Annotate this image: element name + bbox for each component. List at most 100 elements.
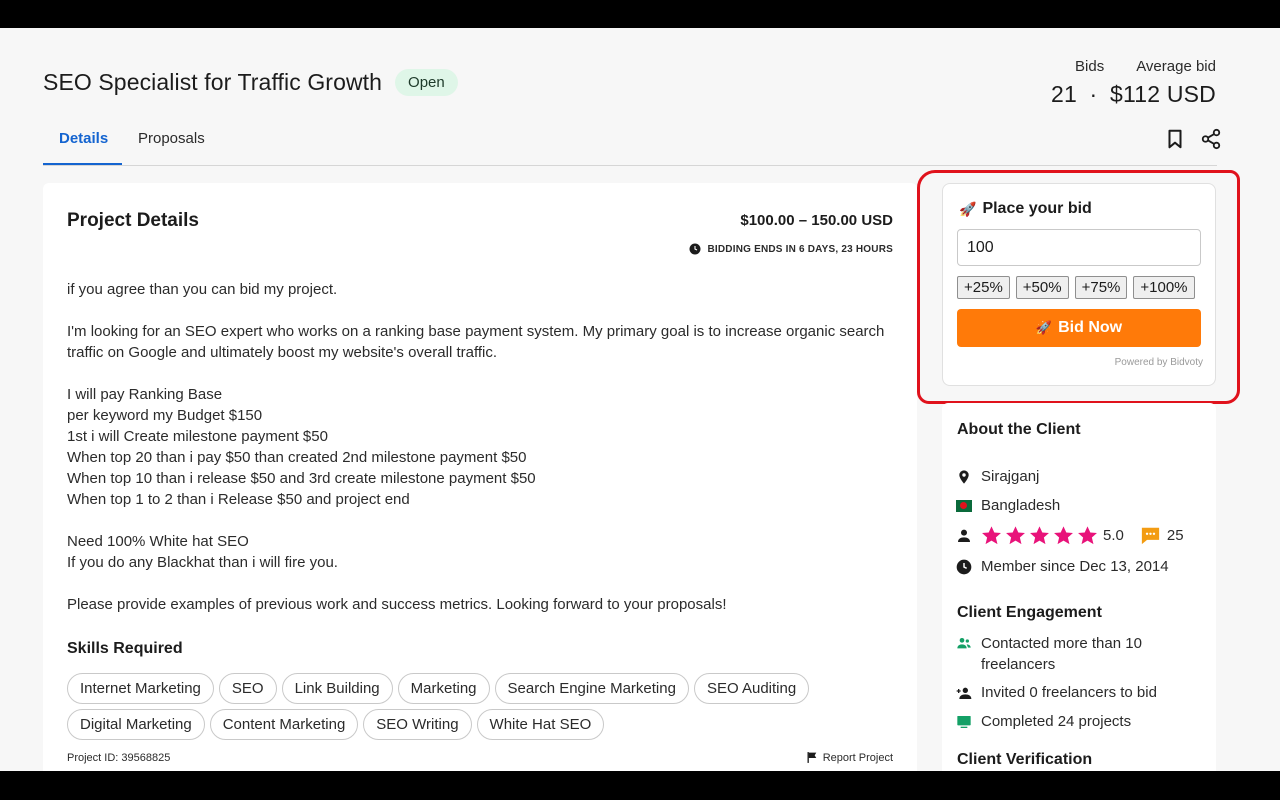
description-line: I will pay Ranking Base	[67, 386, 223, 403]
client-panel: About the Client Sirajganj Bangladesh 5.…	[942, 403, 1216, 771]
invited-row: Invited 0 freelancers to bid	[956, 684, 1157, 701]
description-paragraph: if you agree than you can bid my project…	[67, 279, 897, 300]
client-engagement-heading: Client Engagement	[957, 604, 1102, 621]
bidding-ends: BIDDING ENDS IN 6 DAYS, 23 HOURS	[689, 243, 893, 255]
add-person-icon	[956, 687, 972, 699]
project-description: if you agree than you can bid my project…	[67, 279, 897, 636]
tab-details[interactable]: Details	[43, 118, 122, 166]
client-city: Sirajganj	[981, 468, 1040, 485]
skills-heading: Skills Required	[67, 640, 183, 657]
bidding-ends-text: BIDDING ENDS IN 6 DAYS, 23 HOURS	[707, 243, 893, 255]
client-country: Bangladesh	[981, 497, 1061, 514]
description-line: if you agree than you can bid my project…	[67, 281, 338, 298]
increment-25-button[interactable]: +25%	[957, 276, 1010, 299]
bid-stats: Bids Average bid 21 · $112 USD	[1051, 58, 1216, 108]
increment-100-button[interactable]: +100%	[1133, 276, 1195, 299]
description-line: per keyword my Budget $150	[67, 407, 263, 424]
rocket-icon: 🚀	[1035, 320, 1053, 335]
bookmark-icon[interactable]	[1164, 128, 1186, 150]
tab-proposals[interactable]: Proposals	[122, 118, 221, 166]
place-bid-widget: 🚀 Place your bid +25% +50% +75% +100% 🚀 …	[942, 183, 1216, 386]
description-line: Need 100% White hat SEO	[67, 533, 249, 550]
page-viewport: SEO Specialist for Traffic Growth Open B…	[0, 28, 1280, 771]
clock-icon	[689, 243, 701, 255]
description-line: When top 20 than i pay $50 than created …	[67, 449, 527, 466]
client-rating: 5.0	[1103, 527, 1124, 544]
rocket-icon: 🚀	[959, 200, 977, 217]
skill-chip[interactable]: Link Building	[281, 673, 393, 704]
location-pin-icon	[959, 469, 969, 484]
average-bid-label: Average bid	[1136, 58, 1216, 75]
status-badge: Open	[395, 69, 458, 96]
project-details-heading: Project Details	[67, 210, 199, 231]
skill-chip[interactable]: Search Engine Marketing	[494, 673, 689, 704]
average-bid-value: $112 USD	[1109, 81, 1216, 107]
reviews-icon	[1141, 527, 1159, 545]
rating-stars	[981, 525, 1098, 546]
skill-chip[interactable]: Digital Marketing	[67, 709, 205, 740]
contacted-row: Contacted more than 10 freelancers	[956, 633, 1186, 675]
increment-75-button[interactable]: +75%	[1074, 276, 1128, 299]
tab-divider	[43, 165, 1217, 166]
skills-list: Internet Marketing SEO Link Building Mar…	[67, 673, 827, 740]
title-row: SEO Specialist for Traffic Growth Open	[43, 69, 458, 96]
report-project-label: Report Project	[822, 751, 893, 764]
bid-increment-buttons: +25% +50% +75% +100%	[957, 276, 1195, 299]
skill-chip[interactable]: SEO Writing	[363, 709, 472, 740]
description-paragraph: Need 100% White hat SEO If you do any Bl…	[67, 531, 897, 573]
bids-count: 21	[1050, 81, 1077, 107]
star-icon	[1030, 526, 1049, 545]
description-paragraph: Please provide examples of previous work…	[67, 594, 897, 615]
monitor-icon	[957, 715, 971, 728]
project-details-card: Project Details $100.00 – 150.00 USD BID…	[43, 183, 917, 771]
tabs: Details Proposals	[43, 118, 221, 166]
bangladesh-flag-icon	[956, 499, 972, 512]
star-icon	[1078, 526, 1097, 545]
share-icon[interactable]	[1200, 128, 1222, 150]
description-line: I'm looking for an SEO expert who works …	[67, 323, 885, 361]
page-title: SEO Specialist for Traffic Growth	[43, 69, 383, 95]
client-country-row: Bangladesh	[956, 497, 1060, 514]
stats-separator: ·	[1089, 81, 1098, 107]
group-icon	[957, 638, 971, 649]
client-city-row: Sirajganj	[956, 468, 1039, 485]
skill-chip[interactable]: Internet Marketing	[67, 673, 214, 704]
description-line: 1st i will Create milestone payment $50	[67, 428, 328, 445]
star-icon	[982, 526, 1001, 545]
header-actions	[1164, 128, 1222, 150]
flag-icon	[807, 752, 816, 763]
project-id: Project ID: 39568825	[67, 752, 171, 764]
about-client-heading: About the Client	[957, 421, 1081, 438]
completed-projects: Completed 24 projects	[981, 713, 1132, 730]
increment-50-button[interactable]: +50%	[1015, 276, 1069, 299]
report-project-link[interactable]: Report Project	[806, 751, 893, 764]
client-reviews-count: 25	[1166, 527, 1184, 544]
place-bid-title: 🚀 Place your bid	[959, 200, 1092, 218]
invited-freelancers: Invited 0 freelancers to bid	[981, 684, 1157, 701]
description-line: When top 10 than i release $50 and 3rd c…	[67, 470, 536, 487]
description-line: When top 1 to 2 than i Release $50 and p…	[67, 491, 410, 508]
bid-now-label: Bid Now	[1058, 319, 1123, 336]
skill-chip[interactable]: SEO Auditing	[693, 673, 810, 704]
skill-chip[interactable]: Content Marketing	[209, 709, 359, 740]
member-since-row: Member since Dec 13, 2014	[956, 558, 1169, 575]
star-icon	[1006, 526, 1025, 545]
description-line: Please provide examples of previous work…	[67, 596, 727, 613]
bid-amount-input[interactable]	[957, 229, 1201, 266]
user-icon	[958, 529, 970, 542]
contacted-freelancers: Contacted more than 10 freelancers	[981, 635, 1142, 673]
description-paragraph: I'm looking for an SEO expert who works …	[67, 321, 897, 363]
bid-now-button[interactable]: 🚀 Bid Now	[957, 309, 1201, 347]
completed-row: Completed 24 projects	[956, 713, 1131, 730]
client-rating-row: 5.0 25	[956, 525, 1184, 546]
description-paragraph: I will pay Ranking Base per keyword my B…	[67, 384, 897, 510]
member-since: Member since Dec 13, 2014	[981, 558, 1169, 575]
skill-chip[interactable]: SEO	[218, 673, 277, 704]
bids-label: Bids	[1075, 58, 1105, 75]
powered-by: Powered by Bidvoty	[1114, 357, 1203, 368]
skill-chip[interactable]: White Hat SEO	[476, 709, 605, 740]
description-line: If you do any Blackhat than i will fire …	[67, 554, 338, 571]
skill-chip[interactable]: Marketing	[397, 673, 490, 704]
star-icon	[1054, 526, 1073, 545]
project-budget: $100.00 – 150.00 USD	[740, 212, 893, 229]
